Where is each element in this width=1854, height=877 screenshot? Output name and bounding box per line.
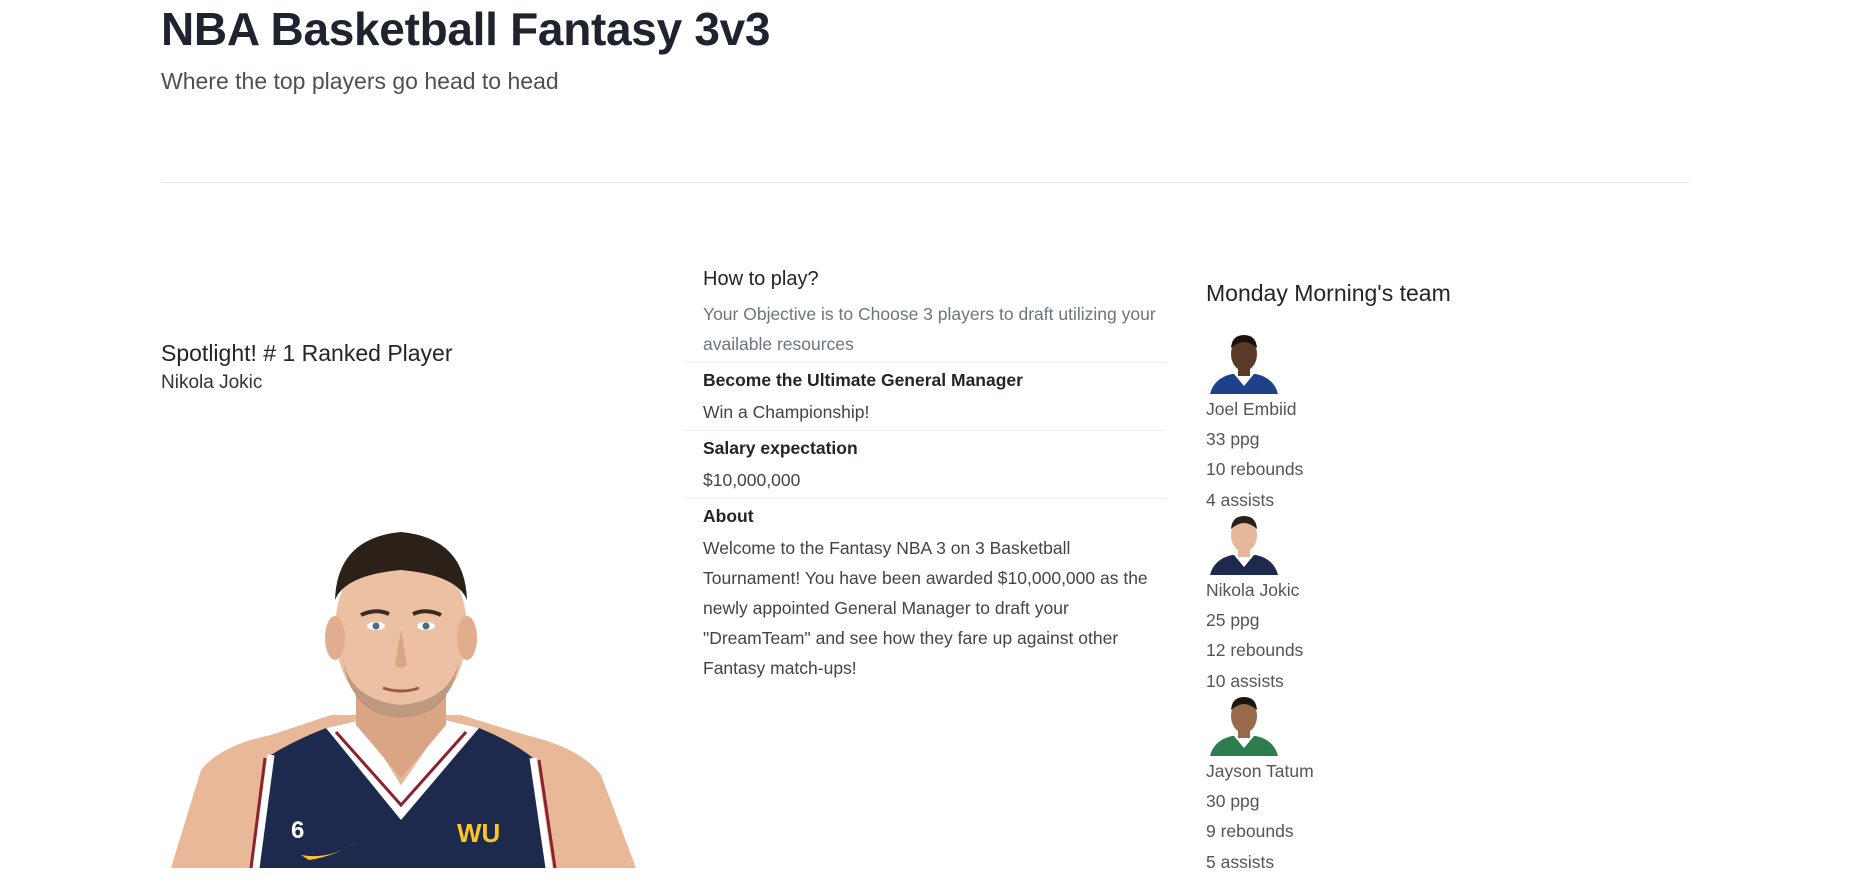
player-assists: 10 assists (1206, 670, 1284, 691)
goal-label: Become the Ultimate General Manager (703, 370, 1023, 390)
how-to-play-row-salary: Salary expectation $10,000,000 (684, 431, 1166, 499)
how-to-play-row-about: About Welcome to the Fantasy NBA 3 on 3 … (684, 499, 1166, 686)
how-to-play-title: How to play? (703, 268, 819, 290)
about-label: About (703, 506, 754, 526)
player-assists: 5 assists (1206, 851, 1275, 872)
page-title: NBA Basketball Fantasy 3v3 (161, 3, 771, 55)
player-ppg: 25 ppg (1206, 610, 1260, 631)
player-rebounds: 9 rebounds (1206, 821, 1294, 842)
player-name: Joel Embiid (1206, 399, 1297, 419)
salary-value: $10,000,000 (703, 470, 801, 490)
player-ppg: 33 ppg (1206, 429, 1260, 450)
team-list: Joel Embiid 33 ppg 10 rebounds 4 assists… (1206, 332, 1506, 875)
player-rebounds: 12 rebounds (1206, 640, 1304, 661)
how-to-play-panel: How to play? Your Objective is to Choose… (684, 262, 1166, 686)
player-ppg: 30 ppg (1206, 791, 1260, 812)
about-text: Welcome to the Fantasy NBA 3 on 3 Basket… (703, 538, 1148, 678)
player-card: Joel Embiid 33 ppg 10 rebounds 4 assists (1206, 332, 1506, 513)
player-avatar (1206, 513, 1282, 575)
player-card: Nikola Jokic 25 ppg 12 rebounds 10 assis… (1206, 513, 1506, 694)
player-name: Nikola Jokic (1206, 580, 1300, 600)
player-avatar (1206, 332, 1282, 394)
player-assists: 4 assists (1206, 489, 1275, 510)
how-to-play-objective: Your Objective is to Choose 3 players to… (703, 304, 1156, 354)
how-to-play-row-goal: Become the Ultimate General Manager Win … (684, 363, 1166, 431)
player-avatar (1206, 694, 1282, 756)
player-name: Jayson Tatum (1206, 761, 1314, 781)
salary-label: Salary expectation (703, 438, 858, 458)
player-card: Jayson Tatum 30 ppg 9 rebounds 5 assists (1206, 694, 1506, 875)
jersey-number: 6 (291, 817, 304, 844)
jersey-sponsor: WU (457, 818, 500, 848)
goal-value: Win a Championship! (703, 402, 870, 422)
spotlight-heading: Spotlight! # 1 Ranked Player (161, 340, 453, 366)
header-divider (161, 182, 1689, 183)
spotlight-player-photo: 6 WU (161, 520, 636, 868)
page-subtitle: Where the top players go head to head (161, 68, 559, 94)
player-rebounds: 10 rebounds (1206, 459, 1304, 480)
how-to-play-intro: How to play? Your Objective is to Choose… (684, 268, 1166, 363)
spotlight-player-name: Nikola Jokic (161, 372, 263, 393)
team-heading: Monday Morning's team (1206, 280, 1451, 306)
